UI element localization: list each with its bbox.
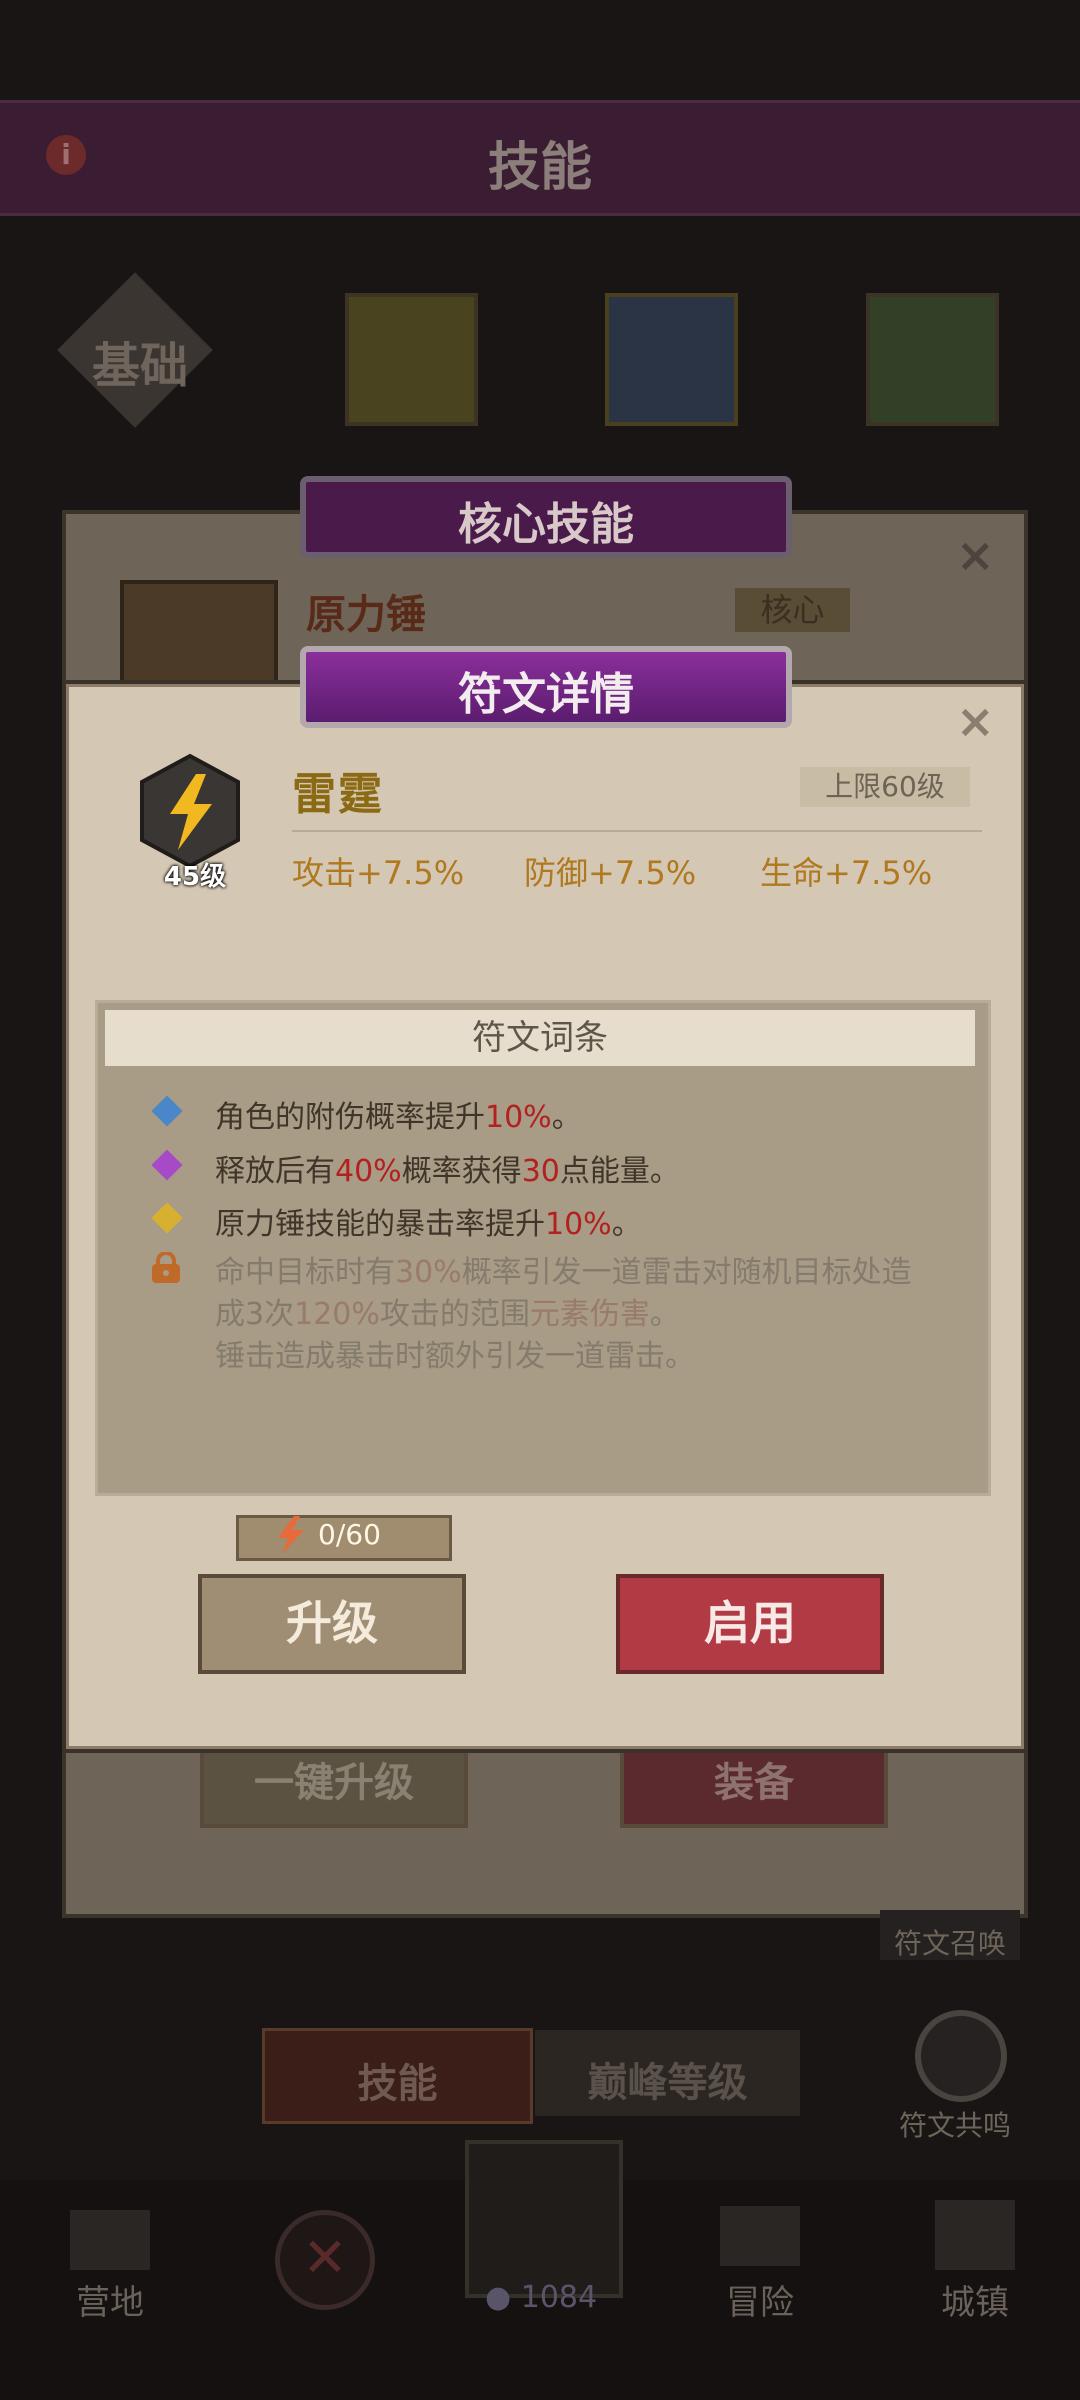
rune-shard-icon — [278, 1516, 304, 1554]
tab-basic[interactable]: 基础 — [75, 326, 205, 396]
nav-adventure[interactable]: 冒险 — [680, 2275, 840, 2324]
entry-4-locked: 命中目标时有30%概率引发一道雷击对随机目标处造 成3次120%攻击的范围元素伤… — [215, 1255, 912, 1374]
gem-count: ● 1084 — [485, 2280, 615, 2315]
rune-entries-box — [95, 1000, 991, 1496]
core-skill-icon — [120, 580, 278, 688]
dialog-title: 符文详情 — [458, 669, 634, 720]
tab-peak-label: 巅峰等级 — [587, 2060, 748, 2106]
entry-2: 释放后有40%概率获得30点能量。 — [215, 1154, 680, 1189]
lock-icon — [152, 1252, 180, 1283]
nav-camp[interactable]: 营地 — [30, 2275, 190, 2324]
divider — [292, 830, 982, 832]
rune-detail-banner: 符文详情 — [300, 646, 792, 728]
stat-life: 生命+7.5% — [760, 854, 933, 892]
entry-1: 角色的附伤概率提升10%。 — [215, 1100, 582, 1135]
tab-skill-label: 技能 — [357, 2061, 438, 2107]
town-icon[interactable] — [935, 2200, 1015, 2270]
entry-3: 原力锤技能的暴击率提升10%。 — [215, 1207, 642, 1242]
core-close-icon[interactable]: × — [956, 528, 995, 582]
thunder-rune-icon — [140, 753, 240, 869]
tab-skill-sword-icon[interactable] — [866, 293, 999, 426]
entries-title: 符文词条 — [105, 1010, 975, 1066]
skill-center-icon[interactable] — [465, 2140, 623, 2298]
equip-button[interactable]: 装备 — [620, 1740, 888, 1828]
nav-town[interactable]: 城镇 — [895, 2275, 1055, 2324]
rune-resonance-icon[interactable] — [915, 2010, 1007, 2102]
tab-skill-cross-icon[interactable] — [605, 293, 738, 426]
core-banner-title: 核心技能 — [458, 499, 634, 550]
close-icon[interactable]: × — [956, 694, 995, 748]
gem-count-value: 1084 — [520, 2280, 598, 2315]
top-bar: 技能 — [0, 100, 1080, 216]
rune-summon-label: 符文召唤 — [893, 1927, 1006, 1960]
tab-skill[interactable]: 技能 — [262, 2028, 533, 2124]
camp-icon[interactable] — [70, 2210, 150, 2270]
close-circle-icon[interactable]: ✕ — [275, 2210, 375, 2310]
rune-level: 45级 — [163, 862, 227, 892]
enable-button[interactable]: 启用 — [616, 1574, 884, 1674]
rune-name: 雷霆 — [292, 769, 384, 820]
adventure-icon[interactable] — [720, 2206, 800, 2266]
page-title: 技能 — [487, 138, 592, 198]
info-icon[interactable]: i — [46, 135, 86, 175]
progress-text: 0/60 — [318, 1518, 381, 1551]
stat-defense: 防御+7.5% — [524, 854, 697, 892]
core-tag: 核心 — [735, 588, 850, 632]
rune-resonance-label: 符文共鸣 — [898, 2109, 1011, 2142]
upgrade-button[interactable]: 升级 — [198, 1574, 466, 1674]
core-skill-name: 原力锤 — [306, 592, 426, 638]
upgrade-all-button[interactable]: 一键升级 — [200, 1740, 468, 1828]
stat-attack: 攻击+7.5% — [292, 854, 465, 892]
core-skill-banner: 核心技能 — [300, 476, 792, 558]
tab-peak-level[interactable]: 巅峰等级 — [535, 2030, 800, 2116]
level-limit-badge: 上限60级 — [800, 767, 970, 807]
tab-skill-hammer-icon[interactable] — [345, 293, 478, 426]
gem-icon: ● — [485, 2280, 512, 2315]
